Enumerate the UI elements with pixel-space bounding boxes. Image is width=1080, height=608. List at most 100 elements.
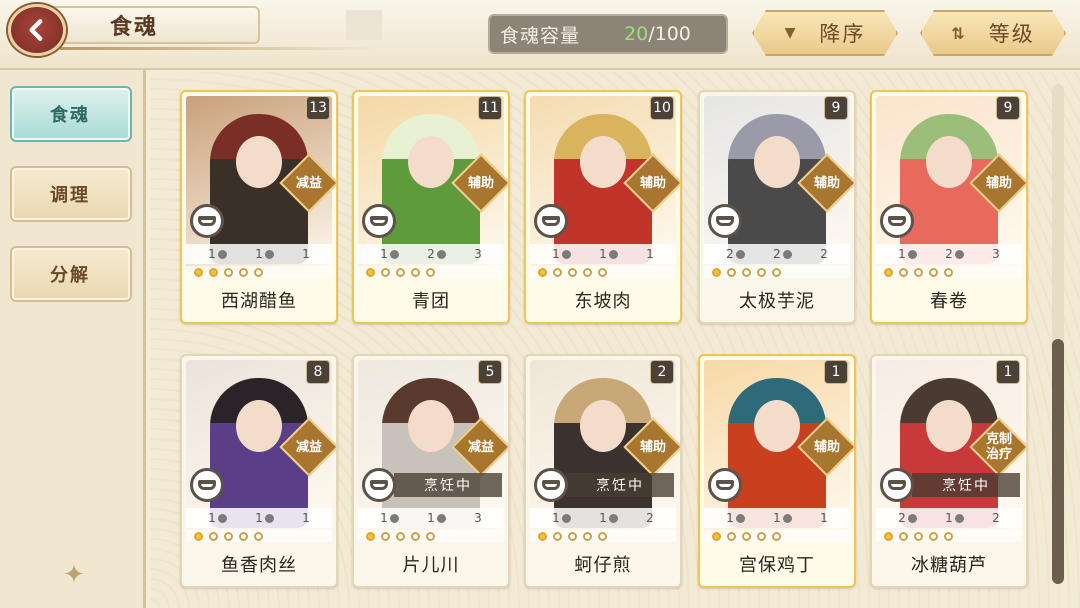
- sidebar-item-conditioning[interactable]: 调理: [10, 166, 132, 222]
- star-icon: [381, 267, 390, 277]
- stat-attack: 2: [898, 511, 917, 525]
- cooking-status: 烹饪中: [394, 473, 502, 497]
- role-tag: 辅助: [985, 175, 1012, 191]
- stat-attack: 1: [380, 247, 399, 261]
- level-badge: 1: [824, 360, 848, 384]
- stat-defense: 1: [945, 511, 964, 525]
- cooking-status: 烹饪中: [566, 473, 674, 497]
- star-icon: [194, 531, 203, 541]
- star-rating: [530, 266, 676, 278]
- star-icon: [426, 267, 435, 277]
- stat-value: 1: [208, 247, 216, 261]
- sort-level-label: 等级: [988, 22, 1035, 46]
- food-soul-card[interactable]: 8 减益 1 1 1 鱼香肉丝: [180, 354, 338, 588]
- food-soul-card[interactable]: 2 辅助 烹饪中 1 1 2 蚵仔煎: [524, 354, 682, 588]
- role-tag: 辅助: [813, 175, 840, 191]
- dish-icon: [362, 468, 396, 502]
- stat-value: 1: [208, 511, 216, 525]
- star-icon: [426, 531, 435, 541]
- level-badge: 9: [996, 96, 1020, 120]
- scrollbar[interactable]: [1052, 84, 1064, 584]
- stat-value: 3: [992, 247, 1000, 261]
- stat-defense: 1: [255, 247, 274, 261]
- character-face: [408, 136, 454, 188]
- star-icon: [553, 531, 562, 541]
- sort-order-button[interactable]: ▼ 降序: [752, 10, 898, 56]
- dish-icon: [708, 468, 742, 502]
- stat-value: 2: [646, 511, 654, 525]
- dish-icon: [190, 204, 224, 238]
- level-badge: 2: [650, 360, 674, 384]
- food-soul-card[interactable]: 9 辅助 2 2 2 太极芋泥: [698, 90, 856, 324]
- food-soul-card[interactable]: 1 辅助 1 1 1 宫保鸡丁: [698, 354, 856, 588]
- stat-value: 2: [773, 247, 781, 261]
- dish-icon: [880, 204, 914, 238]
- cooking-status: 烹饪中: [912, 473, 1020, 497]
- star-icon: [742, 267, 751, 277]
- stat-value: 1: [726, 511, 734, 525]
- stat-value: 1: [302, 511, 310, 525]
- stat-attack: 1: [726, 511, 745, 525]
- capacity-current: 20: [624, 23, 649, 45]
- top-bar: 食魂 食魂容量 20 / 100 ▼ 降序 ⇅ 等级: [0, 0, 1080, 70]
- food-soul-card[interactable]: 1 克制 治疗 烹饪中 2 1 2 冰糖葫芦: [870, 354, 1028, 588]
- triangle-down-icon: ▼: [784, 25, 798, 41]
- food-soul-card[interactable]: 9 辅助 1 2 3 春卷: [870, 90, 1028, 324]
- star-icon: [929, 267, 938, 277]
- star-icon: [224, 267, 233, 277]
- card-name: 鱼香肉丝: [221, 555, 297, 576]
- food-soul-card[interactable]: 5 减益 烹饪中 1 1 3 片儿川: [352, 354, 510, 588]
- food-soul-card[interactable]: 13 减益 1 1 1 西湖醋鱼: [180, 90, 338, 324]
- star-icon: [254, 267, 263, 277]
- star-icon: [538, 531, 547, 541]
- star-icon: [553, 267, 562, 277]
- star-icon: [929, 531, 938, 541]
- star-icon: [772, 267, 781, 277]
- star-icon: [727, 531, 736, 541]
- stat-value: 3: [474, 247, 482, 261]
- scrollbar-thumb[interactable]: [1052, 339, 1064, 584]
- stat-attack-icon: [561, 249, 571, 259]
- dish-icon: [362, 204, 396, 238]
- stat-attack: 1: [552, 511, 571, 525]
- food-soul-card[interactable]: 11 辅助 1 2 3 青团: [352, 90, 510, 324]
- star-icon: [366, 267, 375, 277]
- stat-defense-icon: [608, 513, 618, 523]
- star-icon: [254, 531, 263, 541]
- stats-bar: 1 1 1: [704, 508, 850, 528]
- food-soul-card[interactable]: 10 辅助 1 1 1 东坡肉: [524, 90, 682, 324]
- stat-attack: 1: [380, 511, 399, 525]
- card-name: 春卷: [930, 291, 968, 312]
- stat-attack-icon: [907, 249, 917, 259]
- stat-value: 1: [898, 247, 906, 261]
- stat-defense: 2: [773, 247, 792, 261]
- card-name: 西湖醋鱼: [221, 291, 297, 312]
- card-name: 宫保鸡丁: [739, 555, 815, 576]
- sidebar-item-soul[interactable]: 食魂: [10, 86, 132, 142]
- sidebar-item-label: 分解: [50, 265, 90, 286]
- stat-value: 1: [380, 247, 388, 261]
- character-face: [580, 400, 626, 452]
- character-face: [754, 136, 800, 188]
- star-icon: [194, 267, 203, 277]
- sort-level-button[interactable]: ⇅ 等级: [920, 10, 1066, 56]
- stats-bar: 1 1 3: [358, 508, 504, 528]
- sort-order-label: 降序: [819, 22, 866, 46]
- back-button[interactable]: [8, 4, 66, 56]
- stat-defense-icon: [608, 249, 618, 259]
- stat-defense-icon: [954, 249, 964, 259]
- stats-bar: 1 1 1: [186, 244, 332, 264]
- dish-icon: [880, 468, 914, 502]
- stat-attack-icon: [735, 249, 745, 259]
- stat-defense: 2: [945, 247, 964, 261]
- character-face: [236, 400, 282, 452]
- star-icon: [224, 531, 233, 541]
- stat-defense-icon: [782, 513, 792, 523]
- stat-value: 2: [726, 247, 734, 261]
- stat-health: 2: [820, 247, 828, 261]
- sidebar-item-decompose[interactable]: 分解: [10, 246, 132, 302]
- role-tag: 减益: [295, 439, 322, 455]
- star-icon: [757, 531, 766, 541]
- stat-value: 1: [552, 247, 560, 261]
- stat-health: 3: [474, 511, 482, 525]
